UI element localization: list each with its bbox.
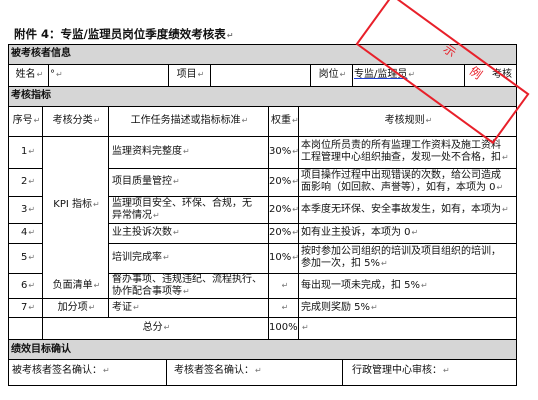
position-label: 岗位↵ <box>318 69 347 80</box>
total-rules: ↵ <box>302 323 309 332</box>
header-weight: 权重↵ <box>271 115 298 126</box>
row-4-seq: 4↵ <box>21 227 36 238</box>
kpi-category: KPI 指标↵ <box>53 199 100 210</box>
row-5-seq: 5↵ <box>21 252 36 263</box>
table-rule <box>342 359 343 386</box>
table-rule <box>8 317 516 318</box>
header-task: 工作任务描述或指标标准↵ <box>130 115 249 126</box>
table-rule <box>108 273 516 274</box>
table-rule <box>8 359 516 360</box>
row-1-weight: 30%↵ <box>269 146 298 157</box>
table-rule <box>8 385 516 386</box>
row-5-task: 培训完成率↵ <box>112 252 170 263</box>
row-4-task: 业主投诉次数↵ <box>112 227 180 238</box>
total-weight: 100%↵ <box>269 322 298 333</box>
table-rule <box>108 243 516 244</box>
table-rule <box>166 359 167 386</box>
row-1-rules: 本岗位所员责的所有监理工作资料及施工资料 工程管理中心组织抽查，发现一处不合格，扣… <box>301 140 509 163</box>
admin-signature: 行政管理中心审核：↵ <box>352 365 450 376</box>
table-rule <box>8 196 42 197</box>
table-rule <box>108 106 109 317</box>
row-2-task: 项目质量管控↵ <box>112 176 180 187</box>
table-rule <box>108 223 516 224</box>
row-2-seq: 2↵ <box>21 176 36 187</box>
row-7-task: 考证↵ <box>112 302 140 313</box>
row-3-weight: 20%↵ <box>269 204 298 215</box>
table-rule <box>8 136 516 137</box>
row-4-weight: 20%↵ <box>269 227 298 238</box>
row-7-category: 加分项↵ <box>57 302 96 313</box>
project-label: 项目↵ <box>176 69 205 80</box>
table-rule <box>8 298 516 299</box>
row-6-rules: 每出现一项未完成，扣 5%↵ <box>301 280 428 291</box>
name-value: °↵ <box>50 69 63 80</box>
row-1-task: 监理资料完整度↵ <box>112 146 190 157</box>
row-3-seq: 3↵ <box>21 204 36 215</box>
table-rule <box>48 64 49 86</box>
table-rule <box>8 106 516 107</box>
table-rule <box>8 44 9 386</box>
row-7-rules: 完成则奖励 5%↵ <box>301 302 378 313</box>
table-rule <box>8 243 42 244</box>
header-category: 考核分类↵ <box>52 115 101 126</box>
row-6-seq: 6↵ <box>21 280 36 291</box>
row-4-rules: 如有业主投诉，本项为 0↵ <box>301 227 419 238</box>
row-6-task: 督办事项、违规违纪、流程执行、 协作配合事项等↵ <box>112 274 262 297</box>
table-rule <box>210 64 211 86</box>
row-2-weight: 20%↵ <box>269 176 298 187</box>
examiner-signature: 考核者签名确认：↵ <box>174 365 262 376</box>
row-7-weight: ↵ <box>281 303 289 312</box>
table-rule <box>42 106 43 317</box>
row-3-task: 监理项目安全、环保、合规，无 异常情况↵ <box>112 198 252 221</box>
table-rule <box>310 64 311 86</box>
table-rule <box>8 168 42 169</box>
section-header-confirmation: 绩效目标确认 <box>8 339 516 359</box>
table-rule <box>168 64 169 86</box>
table-rule <box>42 317 43 339</box>
table-rule <box>8 223 42 224</box>
table-rule <box>298 106 299 339</box>
table-rule <box>268 106 269 339</box>
row-5-weight: 10%↵ <box>269 252 298 263</box>
row-2-rules: 项目操作过程中出现错误的次数，给公司造成 面影响（如回款、声誉等），如有，本项为 … <box>301 170 504 193</box>
row-5-rules: 按时参加公司组织的培训及项目组织的培训， 参加一次，扣 5%↵ <box>301 246 501 269</box>
name-label: 姓名↵ <box>15 69 44 80</box>
table-rule <box>8 339 516 340</box>
total-label: 总分↵ <box>142 322 171 333</box>
row-1-seq: 1↵ <box>21 146 36 157</box>
table-rule <box>108 168 516 169</box>
row-3-rules: 本季度无环保、安全事故发生，如有，本项为↵ <box>301 204 509 215</box>
row-6-weight: ↵ <box>281 281 289 290</box>
table-rule <box>8 273 42 274</box>
row-7-seq: 7↵ <box>21 302 36 313</box>
header-seq: 序号↵ <box>12 115 41 126</box>
row-6-category: 负面清单↵ <box>52 280 101 291</box>
project-value <box>210 64 310 86</box>
examinee-signature: 被考核者签名确认：↵ <box>12 365 110 376</box>
table-rule <box>352 64 353 86</box>
table-rule <box>108 196 516 197</box>
